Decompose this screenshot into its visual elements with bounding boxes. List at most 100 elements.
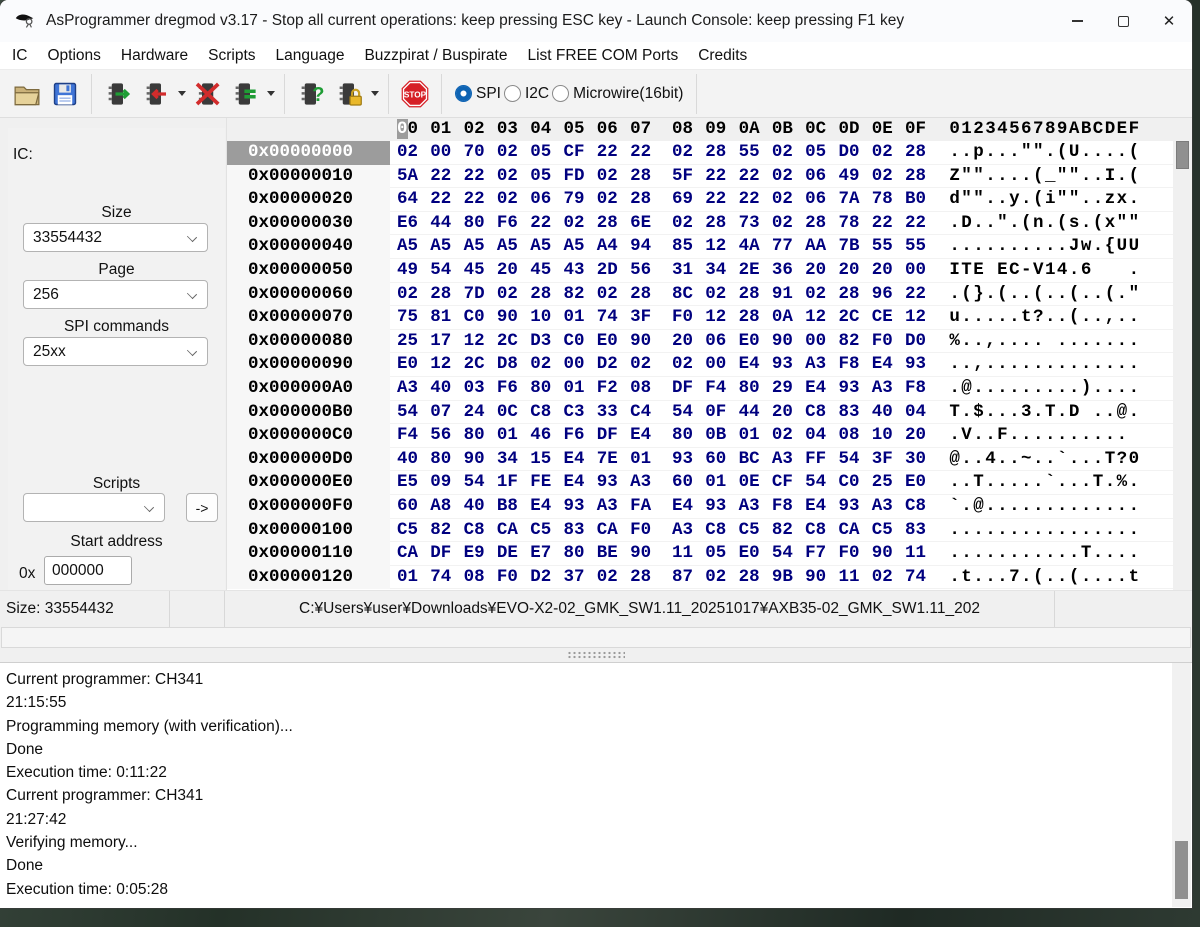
hex-byte[interactable]: F6 [497,377,530,401]
hex-ascii[interactable]: ..,............. [949,353,1140,377]
hex-ascii[interactable]: .V..F.......... [949,424,1140,448]
hex-byte[interactable]: 02 [530,353,563,377]
hex-byte[interactable]: 73 [739,212,772,236]
hex-ascii[interactable]: ................ [949,519,1140,543]
hex-byte[interactable]: 24 [464,401,497,425]
hex-byte[interactable]: 07 [430,401,463,425]
hex-byte[interactable]: 28 [530,283,563,307]
hex-byte[interactable]: 54 [464,471,497,495]
hex-byte[interactable]: DF [430,542,463,566]
hex-byte[interactable]: 28 [705,212,738,236]
hex-byte[interactable]: 08 [630,377,663,401]
hex-byte[interactable]: C0 [838,471,871,495]
save-file-button[interactable] [46,75,84,113]
hex-byte[interactable]: 20 [497,259,530,283]
hex-byte[interactable]: 02 [497,165,530,189]
hex-byte[interactable]: 11 [672,542,705,566]
hex-byte[interactable]: 49 [397,259,430,283]
hex-byte[interactable]: F2 [597,377,630,401]
hex-byte[interactable]: A5 [563,235,596,259]
hex-byte[interactable]: F0 [497,566,530,590]
hex-byte[interactable]: 06 [705,330,738,354]
hex-byte[interactable]: F6 [563,424,596,448]
radio-spi[interactable] [455,85,472,102]
hex-byte[interactable]: A3 [672,519,705,543]
hex-byte[interactable]: 22 [530,212,563,236]
hex-byte[interactable]: 0C [497,401,530,425]
hex-byte[interactable]: 22 [464,165,497,189]
hex-byte[interactable]: 12 [805,306,838,330]
hex-byte[interactable]: CA [397,542,430,566]
hex-byte[interactable]: 54 [772,542,805,566]
hex-byte[interactable]: 17 [430,330,463,354]
hex-byte[interactable]: 9B [772,566,805,590]
hex-byte[interactable]: A5 [430,235,463,259]
hex-ascii[interactable]: Z""....(_""..I.( [949,165,1140,189]
hex-byte[interactable]: 0E [739,471,772,495]
hex-byte[interactable]: 45 [464,259,497,283]
hex-byte[interactable]: 03 [464,377,497,401]
hex-ascii[interactable]: d""..y.(i""..zx. [949,188,1140,212]
hex-byte[interactable]: 56 [630,259,663,283]
hex-byte[interactable]: 06 [805,165,838,189]
hex-byte[interactable]: 06 [530,188,563,212]
hex-byte[interactable]: E4 [530,495,563,519]
hex-byte[interactable]: 02 [705,283,738,307]
hex-byte[interactable]: 00 [705,353,738,377]
hex-byte[interactable]: E0 [597,330,630,354]
hex-byte[interactable]: 7E [597,448,630,472]
hex-byte[interactable]: E0 [905,471,938,495]
stop-button[interactable]: STOP [396,75,434,113]
hex-byte[interactable]: 02 [672,141,705,165]
hex-byte[interactable]: F0 [872,330,905,354]
hex-ascii[interactable]: ..........Jw.{UU [949,235,1140,259]
hex-byte[interactable]: 2C [838,306,871,330]
hex-byte[interactable]: 01 [563,377,596,401]
hex-byte[interactable]: 20 [905,424,938,448]
hex-byte[interactable]: B8 [497,495,530,519]
hex-byte[interactable]: 00 [430,141,463,165]
hex-byte[interactable]: 90 [497,306,530,330]
hex-byte[interactable]: 06 [805,188,838,212]
hex-byte[interactable]: 60 [672,471,705,495]
hex-byte[interactable]: 45 [530,259,563,283]
hex-byte[interactable]: 90 [805,566,838,590]
hex-byte[interactable]: A3 [772,448,805,472]
hex-byte[interactable]: 20 [672,330,705,354]
hex-byte[interactable]: 80 [672,424,705,448]
log-vertical-scrollbar[interactable] [1172,663,1191,907]
hex-byte[interactable]: 4A [739,235,772,259]
hex-byte[interactable]: CA [497,519,530,543]
scrollbar-thumb[interactable] [1175,841,1188,899]
hex-byte[interactable]: 90 [630,330,663,354]
hex-byte[interactable]: D2 [530,566,563,590]
close-button[interactable]: ✕ [1146,0,1192,42]
hex-byte[interactable]: 82 [772,519,805,543]
hex-byte[interactable]: 08 [838,424,871,448]
hex-byte[interactable]: 22 [464,188,497,212]
hex-byte[interactable]: 54 [838,448,871,472]
hex-byte[interactable]: D2 [597,353,630,377]
hex-vertical-scrollbar[interactable] [1173,133,1192,590]
menu-item-scripts[interactable]: Scripts [198,47,265,65]
hex-byte[interactable]: 44 [739,401,772,425]
hex-ascii[interactable]: @..4..~..`...T?0 [949,448,1140,472]
hex-byte[interactable]: 28 [705,141,738,165]
hex-byte[interactable]: 28 [838,283,871,307]
hex-byte[interactable]: 28 [597,212,630,236]
size-combobox[interactable]: 33554432 [23,223,208,252]
hex-byte[interactable]: 02 [705,566,738,590]
hex-byte[interactable]: 8C [672,283,705,307]
hex-byte[interactable]: 28 [630,165,663,189]
hex-byte[interactable]: 09 [430,471,463,495]
hex-byte[interactable]: D0 [905,330,938,354]
hex-byte[interactable]: 02 [497,141,530,165]
hex-byte[interactable]: 40 [397,448,430,472]
hex-byte[interactable]: 74 [597,306,630,330]
hex-byte[interactable]: 28 [630,188,663,212]
hex-byte[interactable]: 05 [530,141,563,165]
hex-byte[interactable]: 54 [430,259,463,283]
hex-byte[interactable]: 74 [430,566,463,590]
hex-byte[interactable]: 46 [530,424,563,448]
hex-byte[interactable]: 69 [672,188,705,212]
